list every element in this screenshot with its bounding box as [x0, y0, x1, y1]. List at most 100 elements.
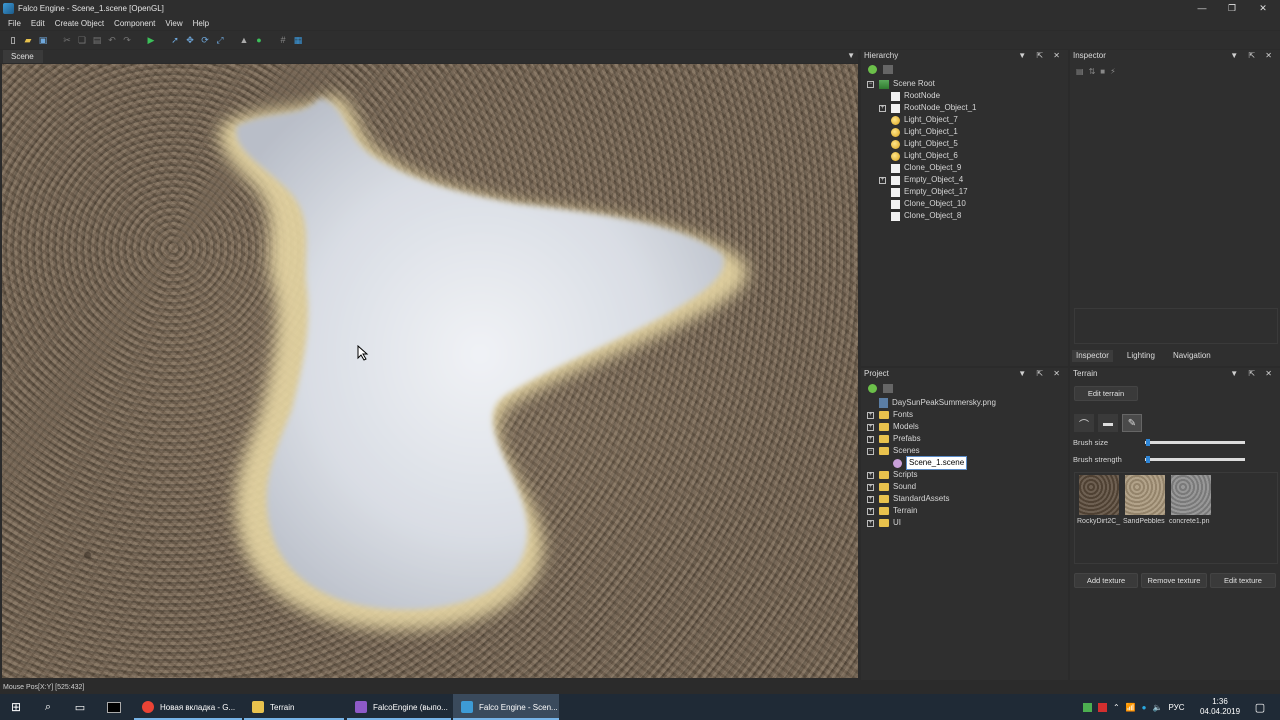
folder-icon[interactable] [883, 65, 893, 74]
sort-icon[interactable]: ▤ [1076, 67, 1084, 76]
panel-controls[interactable]: ▼ ⇱ ✕ [1018, 50, 1064, 62]
expand-icon[interactable]: + [867, 519, 874, 527]
copy-icon[interactable]: ❏ [76, 34, 88, 46]
hierarchy-item[interactable]: Light_Object_7 [879, 114, 958, 126]
texture-item[interactable]: concrete1.pn [1169, 475, 1213, 525]
taskbar-item[interactable]: Новая вкладка - G... [134, 694, 242, 720]
new-file-icon[interactable]: ▯ [7, 34, 19, 46]
menu-file[interactable]: File [8, 19, 21, 28]
add-texture-button[interactable]: Add texture [1074, 573, 1138, 588]
add-object-icon[interactable] [868, 65, 877, 74]
texture-item[interactable]: SandPebbles [1123, 475, 1167, 525]
tab-navigation[interactable]: Navigation [1169, 350, 1215, 362]
menu-create-object[interactable]: Create Object [55, 19, 104, 28]
terrain-tool-icon[interactable]: ▲ [238, 34, 250, 46]
project-item[interactable]: + Scripts [867, 469, 917, 481]
expand-icon[interactable]: + [879, 104, 886, 112]
raise-brush-icon[interactable]: ⌒ [1074, 414, 1094, 432]
maximize-button[interactable]: ❐ [1215, 0, 1249, 16]
tree-root[interactable]: − Scene Root [867, 78, 935, 90]
hierarchy-item[interactable]: Light_Object_6 [879, 150, 958, 162]
project-item[interactable]: + Prefabs [867, 433, 921, 445]
menu-view[interactable]: View [165, 19, 182, 28]
hierarchy-item[interactable]: RootNode [879, 90, 940, 102]
keyboard-language[interactable]: РУС [1168, 703, 1184, 712]
project-item[interactable]: + Models [867, 421, 919, 433]
tray-app-icon[interactable] [1083, 702, 1092, 712]
hierarchy-item[interactable]: + RootNode_Object_1 [879, 102, 977, 114]
taskbar-item[interactable]: FalcoEngine (выпо... [347, 694, 451, 720]
map-icon[interactable]: ▦ [292, 34, 304, 46]
tab-inspector[interactable]: Inspector [1072, 350, 1113, 362]
scale-tool-icon[interactable]: ⤢ [214, 34, 226, 46]
tab-lighting[interactable]: Lighting [1113, 350, 1169, 362]
flatten-brush-icon[interactable]: ▬ [1098, 414, 1118, 432]
edit-texture-button[interactable]: Edit texture [1210, 573, 1276, 588]
filter-icon[interactable]: ⇅ [1089, 67, 1096, 76]
project-item[interactable]: DaySunPeakSummersky.png [867, 397, 996, 409]
hierarchy-item[interactable]: Light_Object_1 [879, 126, 958, 138]
hierarchy-item[interactable]: Empty_Object_17 [879, 186, 968, 198]
hierarchy-item[interactable]: Clone_Object_8 [879, 210, 961, 222]
expand-icon[interactable]: + [867, 411, 874, 419]
panel-controls[interactable]: ▼ ⇱ ✕ [1230, 50, 1276, 62]
lightning-icon[interactable]: ⚡ [1110, 67, 1116, 76]
project-item[interactable]: + Fonts [867, 409, 913, 421]
expand-icon[interactable]: + [867, 423, 874, 431]
cut-icon[interactable]: ✂ [61, 34, 73, 46]
panel-controls[interactable]: ▼ ⇱ ✕ [1018, 368, 1064, 380]
hierarchy-item[interactable]: Light_Object_5 [879, 138, 958, 150]
chevron-up-icon[interactable]: ⌃ [1113, 703, 1120, 712]
collapse-icon[interactable]: − [867, 80, 874, 88]
globe-icon[interactable]: ● [253, 34, 265, 46]
play-icon[interactable]: ▶ [145, 34, 157, 46]
brush-strength-handle[interactable] [1145, 456, 1150, 463]
search-icon[interactable]: ⌕ [32, 694, 64, 720]
brush-strength-slider[interactable] [1145, 456, 1245, 463]
expand-icon[interactable]: + [867, 495, 874, 503]
scene-viewport[interactable] [2, 64, 858, 678]
list-icon[interactable]: ■ [1100, 67, 1105, 76]
expand-icon[interactable]: + [867, 507, 874, 515]
network-icon[interactable]: 📶 [1126, 703, 1136, 712]
texture-item[interactable]: RockyDirt2C_ [1077, 475, 1121, 525]
notifications-icon[interactable]: ▢ [1250, 694, 1270, 720]
project-item[interactable]: Scene_1.scene [881, 456, 968, 470]
project-item[interactable]: + StandardAssets [867, 493, 949, 505]
move-tool-icon[interactable]: ✥ [184, 34, 196, 46]
open-folder-icon[interactable]: ▰ [22, 34, 34, 46]
brush-size-handle[interactable] [1145, 439, 1150, 446]
edit-terrain-button[interactable]: Edit terrain [1074, 386, 1138, 401]
menu-help[interactable]: Help [193, 19, 209, 28]
project-item[interactable]: + Sound [867, 481, 916, 493]
terminal-icon[interactable] [100, 694, 128, 720]
skype-icon[interactable]: ● [1142, 703, 1147, 712]
undo-icon[interactable]: ↶ [106, 34, 118, 46]
add-asset-icon[interactable] [868, 384, 877, 393]
taskbar-item[interactable]: Falco Engine - Scen... [453, 694, 559, 720]
expand-icon[interactable]: + [879, 176, 886, 184]
panel-controls[interactable]: ▼ ⇱ ✕ [1230, 368, 1276, 380]
expand-icon[interactable]: + [867, 471, 874, 479]
project-item[interactable]: + UI [867, 517, 901, 529]
rotate-tool-icon[interactable]: ⟳ [199, 34, 211, 46]
select-tool-icon[interactable]: ➚ [169, 34, 181, 46]
brush-size-slider[interactable] [1145, 439, 1245, 446]
task-view-icon[interactable]: ▭ [64, 694, 96, 720]
expand-icon[interactable]: − [867, 447, 874, 455]
clock[interactable]: 1:36 04.04.2019 [1200, 694, 1240, 720]
close-button[interactable]: ✕ [1246, 0, 1280, 16]
tab-scene[interactable]: Scene [3, 50, 43, 63]
expand-icon[interactable]: + [867, 483, 874, 491]
hierarchy-item[interactable]: + Empty_Object_4 [879, 174, 963, 186]
redo-icon[interactable]: ↷ [121, 34, 133, 46]
expand-icon[interactable]: + [867, 435, 874, 443]
remove-texture-button[interactable]: Remove texture [1141, 573, 1207, 588]
menu-component[interactable]: Component [114, 19, 155, 28]
chevron-down-icon[interactable]: ▼ [847, 51, 855, 60]
paste-icon[interactable]: ▤ [91, 34, 103, 46]
menu-edit[interactable]: Edit [31, 19, 45, 28]
paint-brush-icon[interactable]: ✎ [1122, 414, 1142, 432]
grid-icon[interactable]: # [277, 34, 289, 46]
volume-icon[interactable]: 🔈 [1153, 703, 1163, 712]
